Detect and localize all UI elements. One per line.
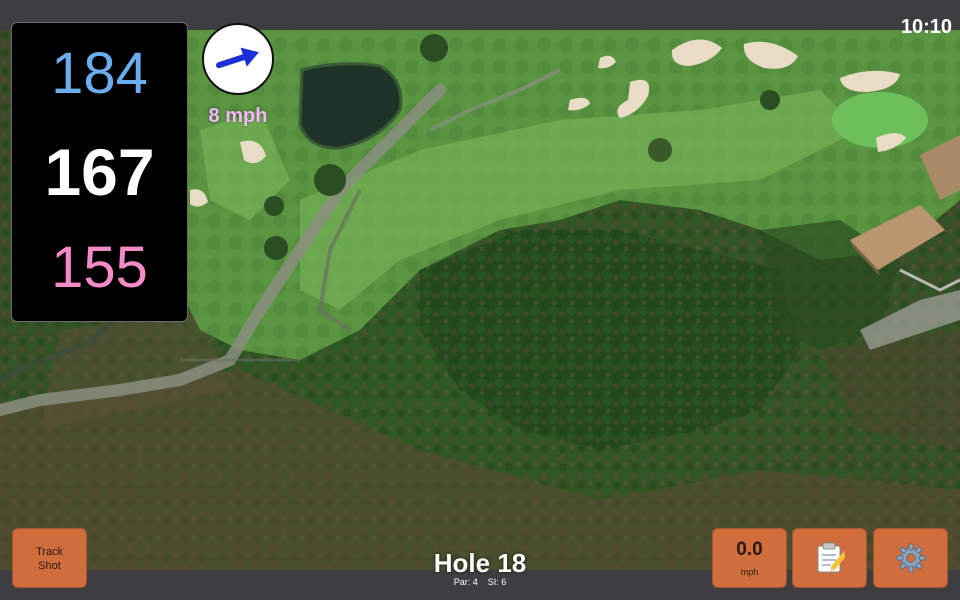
track-shot-label: Track Shot <box>35 546 64 572</box>
speed-value: 0.0 <box>736 539 763 560</box>
gear-icon <box>896 543 925 573</box>
distance-panel: 184 167 155 <box>11 22 188 322</box>
golf-gps-screen: 10:10 184 167 155 8 mph Track Shot Hole … <box>0 0 960 600</box>
distance-front-of-green: 155 <box>51 235 148 300</box>
hole-stroke-index: SI: 6 <box>487 577 507 587</box>
track-shot-button[interactable]: Track Shot <box>12 528 87 588</box>
speed-unit: mph <box>740 567 759 577</box>
hole-meta: Par: 4 SI: 6 <box>380 577 580 588</box>
hole-par: Par: 4 <box>453 577 478 587</box>
memo-icon <box>817 542 845 573</box>
speed-button[interactable]: 0.0 mph <box>712 528 787 588</box>
wind-direction-arrow-icon <box>215 47 259 69</box>
wind-direction-dial <box>202 23 274 95</box>
hole-title: Hole 18 <box>433 548 527 578</box>
notes-button[interactable] <box>792 528 867 588</box>
settings-button[interactable] <box>873 528 948 588</box>
distance-back-of-green: 184 <box>51 41 148 106</box>
clock: 10:10 <box>900 16 952 38</box>
wind-speed-label: 8 mph <box>208 105 268 127</box>
distance-center-of-green: 167 <box>44 135 155 209</box>
